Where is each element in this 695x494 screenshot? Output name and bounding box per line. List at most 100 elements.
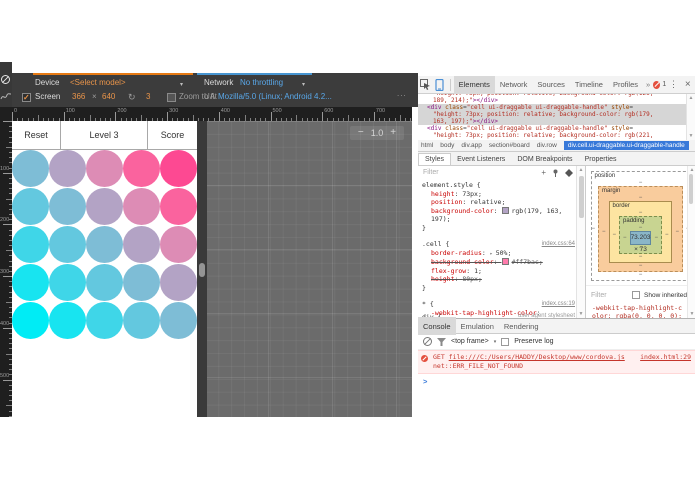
game-circle[interactable] <box>12 264 49 301</box>
zoom-to-fit-checkbox[interactable] <box>167 91 176 105</box>
game-circle[interactable] <box>123 188 160 225</box>
toggle-device-mode-icon[interactable] <box>432 77 446 93</box>
breadcrumb-item[interactable]: body <box>440 142 454 149</box>
clear-console-icon[interactable] <box>423 333 432 351</box>
breadcrumb-item[interactable]: div.app <box>461 142 481 149</box>
elements-scrollbar[interactable]: ▲ ▼ <box>686 94 695 140</box>
game-circle[interactable] <box>160 302 197 339</box>
error-url-link[interactable]: file:///C:/Users/HADDY/Desktop/www/cordo… <box>449 353 625 361</box>
game-circle[interactable] <box>49 150 86 187</box>
game-circle[interactable] <box>123 302 160 339</box>
zoom-out-button[interactable]: − <box>358 128 364 138</box>
scroll-up-icon[interactable]: ▲ <box>577 167 585 173</box>
game-circle[interactable] <box>12 302 49 339</box>
page-scrollbar[interactable] <box>197 121 207 417</box>
game-circle[interactable] <box>160 226 197 263</box>
dom-node-line[interactable]: "height: 73px; position: relative; backg… <box>418 132 686 139</box>
screen-checkbox[interactable] <box>22 91 31 105</box>
toolbar-more-icon[interactable]: ... <box>397 87 407 101</box>
console-tab-rendering[interactable]: Rendering <box>499 317 544 335</box>
game-circle[interactable] <box>86 188 123 225</box>
game-circle[interactable] <box>49 264 86 301</box>
dom-node-line[interactable]: 163, 197);"></div> <box>418 118 686 125</box>
inspect-element-icon[interactable] <box>418 77 432 93</box>
execution-context-select[interactable]: <top frame> <box>451 338 489 345</box>
console-tab-emulation[interactable]: Emulation <box>456 317 499 335</box>
styles-filter-input[interactable]: Filter <box>423 169 535 176</box>
game-circle[interactable] <box>123 226 160 263</box>
scroll-down-icon[interactable]: ▼ <box>577 311 585 317</box>
new-style-rule-icon[interactable]: + <box>541 168 546 177</box>
style-property[interactable]: height: 73px; <box>422 190 575 199</box>
dom-node-line[interactable]: 189, 214);"></div> <box>418 97 686 104</box>
tab-sources[interactable]: Sources <box>532 76 570 94</box>
screen-width-value[interactable]: 366 <box>72 90 85 104</box>
tab-network[interactable]: Network <box>495 76 533 94</box>
style-property[interactable]: position: relative; <box>422 198 575 207</box>
scroll-down-icon[interactable]: ▼ <box>688 311 695 317</box>
page-scrollbar-thumb[interactable] <box>199 263 205 277</box>
computed-scrollbar[interactable]: ▲ ▼ <box>687 166 695 318</box>
dom-node-line[interactable]: <div class="cell ui-draggable ui-draggab… <box>418 104 686 111</box>
stylesheet-link[interactable]: index.css:64 <box>542 240 575 249</box>
dpr-value[interactable]: 3 <box>146 90 150 104</box>
computed-scrollbar-thumb[interactable] <box>689 174 693 204</box>
game-circle[interactable] <box>123 150 160 187</box>
game-circle[interactable] <box>12 226 49 263</box>
styles-scrollbar[interactable]: ▲ ▼ <box>576 166 585 318</box>
stylesheet-link[interactable]: index.css:19 <box>542 300 575 309</box>
game-circle[interactable] <box>86 150 123 187</box>
game-circle[interactable] <box>86 302 123 339</box>
game-circle[interactable] <box>160 188 197 225</box>
sidebar-tab-styles[interactable]: Styles <box>418 153 452 165</box>
block-icon[interactable] <box>1 71 10 89</box>
computed-filter-input[interactable]: Filter <box>591 292 628 299</box>
dom-node-line[interactable]: <div class="cell ui-draggable ui-draggab… <box>418 125 686 132</box>
game-circle[interactable] <box>160 150 197 187</box>
error-badge-icon[interactable] <box>653 80 661 89</box>
style-property[interactable]: border-radius: ▸ 50%; <box>422 249 575 259</box>
pin-icon[interactable] <box>552 169 559 177</box>
game-circle[interactable] <box>49 226 86 263</box>
tab-profiles[interactable]: Profiles <box>608 76 643 94</box>
game-circle[interactable] <box>12 188 49 225</box>
show-inherited-checkbox[interactable] <box>632 291 640 299</box>
breadcrumb-item[interactable]: div.row <box>537 142 557 149</box>
element-state-icon[interactable] <box>565 168 573 177</box>
devtools-menu-icon[interactable]: ⋮ <box>666 77 680 93</box>
screen-height-value[interactable]: 640 <box>102 90 115 104</box>
network-throttle-icon[interactable] <box>0 92 12 102</box>
sidebar-tab-eventlisteners[interactable]: Event Listeners <box>451 154 511 165</box>
breadcrumb-item[interactable]: div.cell.ui-draggable.ui-draggable-handl… <box>563 141 689 150</box>
zoom-in-button[interactable]: + <box>390 128 396 138</box>
device-model-select[interactable]: <Select model> <box>70 76 126 90</box>
breadcrumb-item[interactable]: section#board <box>489 142 530 149</box>
game-circle[interactable] <box>123 264 160 301</box>
box-model[interactable]: position − − margin − − border − − paddi… <box>590 171 691 281</box>
style-property[interactable]: background-color: #ff7bac; <box>422 258 575 267</box>
reset-button[interactable]: Reset <box>12 121 61 149</box>
rotate-device-icon[interactable]: ↻ <box>128 90 136 104</box>
game-circle[interactable] <box>49 302 86 339</box>
game-circle[interactable] <box>86 264 123 301</box>
breadcrumb-item[interactable]: html <box>421 142 433 149</box>
game-circle[interactable] <box>12 150 49 187</box>
scroll-down-icon[interactable]: ▼ <box>687 133 695 139</box>
error-source-link[interactable]: index.html:29 <box>640 353 691 362</box>
style-property[interactable]: height: 80px; <box>422 275 575 284</box>
game-circle[interactable] <box>49 188 86 225</box>
sidebar-tab-dombreakpoints[interactable]: DOM Breakpoints <box>511 154 578 165</box>
styles-scrollbar-thumb[interactable] <box>578 176 584 218</box>
sidebar-tab-properties[interactable]: Properties <box>579 154 623 165</box>
tab-elements[interactable]: Elements <box>453 75 495 94</box>
game-circle[interactable] <box>160 264 197 301</box>
console-prompt[interactable]: > <box>418 374 695 386</box>
filter-icon[interactable] <box>437 337 446 346</box>
dom-node-line[interactable]: "height: 73px; position: relative; backg… <box>418 111 686 118</box>
devtools-close-icon[interactable]: × <box>681 77 695 93</box>
network-throttling-select[interactable]: No throttling <box>240 76 283 90</box>
ua-value[interactable]: Mozilla/5.0 (Linux; Android 4.2... <box>218 90 332 104</box>
context-caret-icon[interactable]: ▾ <box>494 339 497 345</box>
style-property[interactable]: background-color: rgb(179, 163, 197); <box>422 206 575 224</box>
style-property[interactable]: flex-grow: 1; <box>422 267 575 276</box>
